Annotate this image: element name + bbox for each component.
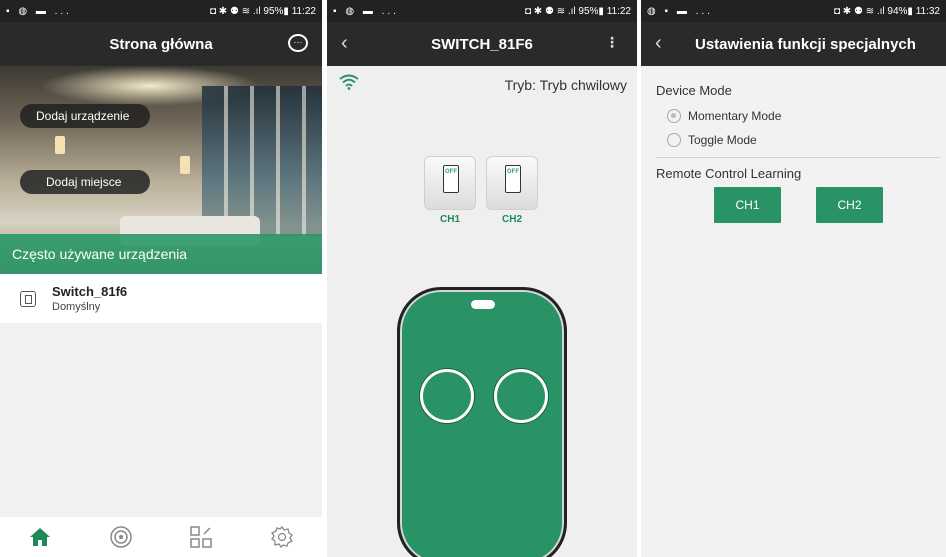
page-title: Ustawienia funkcji specjalnych bbox=[695, 35, 916, 53]
grid-edit-icon[interactable] bbox=[187, 523, 215, 551]
radio-button[interactable] bbox=[667, 109, 681, 123]
remote-led bbox=[471, 300, 495, 309]
switch-ch1[interactable]: OFF bbox=[424, 156, 476, 210]
switch-device-icon bbox=[20, 290, 36, 307]
radio-toggle[interactable]: Toggle Mode bbox=[667, 133, 757, 147]
device-mode-label: Device Mode bbox=[656, 83, 732, 98]
status-icons-right: ◘ ✱ ⚉ ≋ .ıl 95%▮ 11:22 bbox=[209, 5, 316, 17]
switch-ch2[interactable]: OFF bbox=[486, 156, 538, 210]
app-bar: Strona główna ··· bbox=[0, 22, 322, 66]
status-bar: ▪ ◍ ▬ ... ◘ ✱ ⚉ ≋ .ıl 95%▮ 11:22 bbox=[0, 0, 322, 22]
radio-label: Toggle Mode bbox=[688, 133, 757, 147]
status-icons-right: ◘ ✱ ⚉ ≋ .ıl 95%▮ 11:22 bbox=[524, 5, 631, 17]
status-icons-left: ▪ ◍ ▬ ... bbox=[6, 5, 72, 17]
gear-icon[interactable] bbox=[268, 523, 296, 551]
back-arrow-icon[interactable]: ‹ bbox=[655, 32, 662, 55]
rocker-icon: OFF bbox=[505, 165, 521, 193]
wifi-icon bbox=[339, 74, 359, 95]
lamp-decoration bbox=[180, 156, 190, 174]
room-banner: Dodaj urządzenie Dodaj miejsce Często uż… bbox=[0, 66, 322, 274]
frequent-devices-header: Często używane urządzenia bbox=[0, 234, 322, 274]
chat-icon[interactable]: ··· bbox=[288, 34, 308, 52]
radio-button[interactable] bbox=[667, 133, 681, 147]
page-title: Strona główna bbox=[109, 35, 213, 53]
status-icons-right: ◘ ✱ ⚉ ≋ .ıl 94%▮ 11:32 bbox=[833, 5, 940, 17]
learn-ch1-button[interactable]: CH1 bbox=[714, 187, 781, 223]
remote-button-1[interactable] bbox=[420, 369, 474, 423]
switch-state-label: OFF bbox=[507, 169, 519, 175]
home-screen: ▪ ◍ ▬ ... ◘ ✱ ⚉ ≋ .ıl 95%▮ 11:22 Strona … bbox=[0, 0, 322, 557]
status-bar: ▪ ◍ ▬ ... ◘ ✱ ⚉ ≋ .ıl 95%▮ 11:22 bbox=[327, 0, 637, 22]
status-bar: ◍ ▪ ▬ ... ◘ ✱ ⚉ ≋ .ıl 94%▮ 11:32 bbox=[641, 0, 946, 22]
app-bar: ‹ SWITCH_81F6 ⋮ bbox=[327, 22, 637, 66]
channel-label: CH1 bbox=[440, 214, 461, 225]
page-title: SWITCH_81F6 bbox=[431, 35, 533, 53]
divider bbox=[656, 157, 940, 158]
device-room: Domyślny bbox=[52, 301, 101, 313]
channel-label: CH2 bbox=[502, 214, 523, 225]
window-decoration bbox=[202, 86, 322, 236]
remote-control bbox=[397, 287, 567, 557]
switch-state-label: OFF bbox=[445, 169, 457, 175]
bottom-navigation bbox=[0, 517, 322, 557]
device-screen: ▪ ◍ ▬ ... ◘ ✱ ⚉ ≋ .ıl 95%▮ 11:22 ‹ SWITC… bbox=[327, 0, 637, 557]
special-settings-screen: ◍ ▪ ▬ ... ◘ ✱ ⚉ ≋ .ıl 94%▮ 11:32 ‹ Ustaw… bbox=[641, 0, 946, 557]
learn-ch2-button[interactable]: CH2 bbox=[816, 187, 883, 223]
app-bar: ‹ Ustawienia funkcji specjalnych bbox=[641, 22, 946, 66]
add-device-button[interactable]: Dodaj urządzenie bbox=[20, 104, 150, 128]
radio-label: Momentary Mode bbox=[688, 109, 782, 123]
rocker-icon: OFF bbox=[443, 165, 459, 193]
home-icon[interactable] bbox=[26, 523, 54, 551]
mode-status: Tryb: Tryb chwilowy bbox=[504, 77, 627, 93]
status-icons-left: ◍ ▪ ▬ ... bbox=[647, 5, 713, 17]
radio-momentary[interactable]: Momentary Mode bbox=[667, 109, 781, 123]
add-place-button[interactable]: Dodaj miejsce bbox=[20, 170, 150, 194]
remote-learning-label: Remote Control Learning bbox=[656, 166, 802, 181]
back-arrow-icon[interactable]: ‹ bbox=[341, 32, 348, 55]
remote-button-2[interactable] bbox=[494, 369, 548, 423]
status-icons-left: ▪ ◍ ▬ ... bbox=[333, 5, 399, 17]
device-list-item[interactable]: Switch_81f6 Domyślny bbox=[0, 274, 322, 323]
more-menu-icon[interactable]: ⋮ bbox=[605, 34, 619, 51]
device-name: Switch_81f6 bbox=[52, 284, 128, 299]
lamp-decoration bbox=[55, 136, 65, 154]
target-icon[interactable] bbox=[107, 523, 135, 551]
